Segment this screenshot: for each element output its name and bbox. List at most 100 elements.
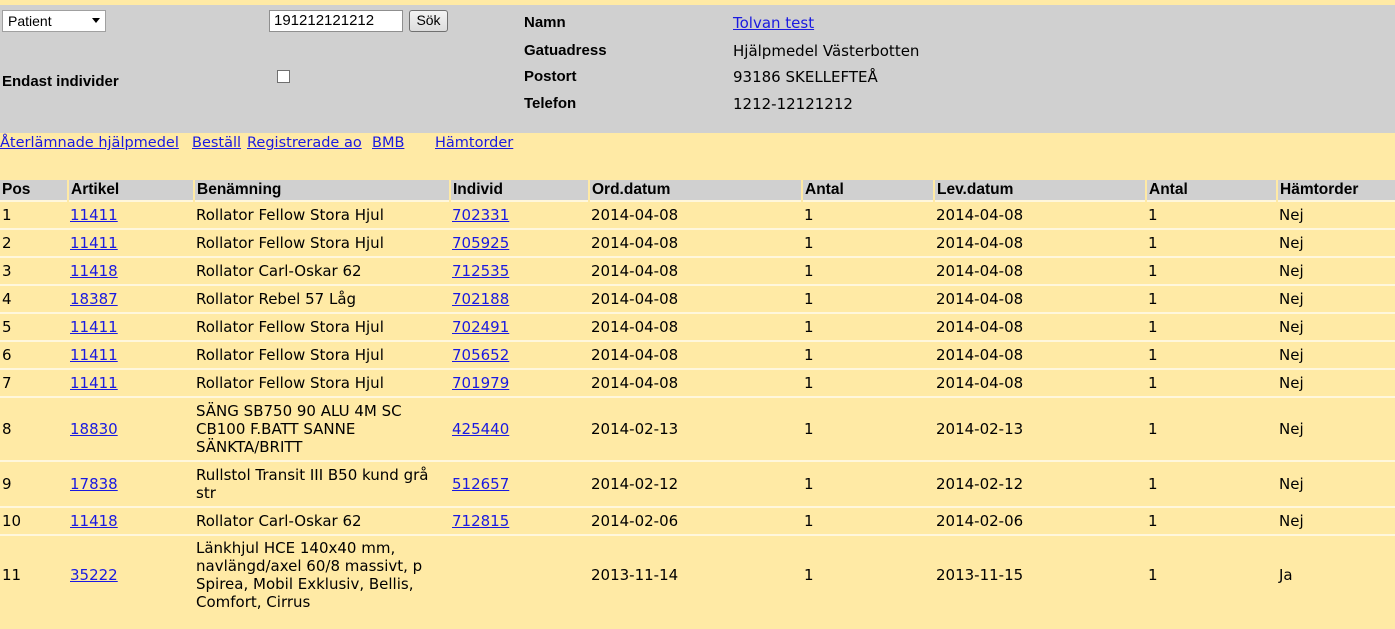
cell-pickup-order: Nej — [1277, 460, 1395, 507]
cell-pos: 1 — [0, 200, 68, 229]
cell-individ-link[interactable]: 702491 — [452, 318, 509, 336]
only-individuals-label: Endast individer — [2, 73, 119, 90]
cell-individ — [450, 534, 589, 614]
cell-order-date: 2014-04-08 — [589, 284, 802, 313]
cell-benamning: Rollator Fellow Stora Hjul — [194, 228, 450, 257]
cell-order-date: 2014-02-06 — [589, 506, 802, 535]
cell-individ-link[interactable]: 425440 — [452, 420, 509, 438]
col-header-artikel: Artikel — [67, 180, 194, 201]
cell-quantity: 1 — [802, 256, 934, 285]
col-header-quantity-delivered: Antal — [1145, 180, 1277, 201]
table-row: 3 11418 Rollator Carl-Oskar 62 712535 2014-0… — [0, 256, 1395, 285]
order-link[interactable]: Beställ — [192, 135, 241, 151]
cell-individ-link[interactable]: 702188 — [452, 290, 509, 308]
col-header-order-date: Ord.datum — [588, 180, 802, 201]
table-row: 8 18830 SÄNG SB750 90 ALU 4M SC CB100 F.BA… — [0, 396, 1395, 461]
cell-individ: 712535 — [450, 256, 589, 285]
cell-artikel-link[interactable]: 11411 — [70, 346, 118, 364]
patient-name-link[interactable]: Tolvan test — [733, 14, 814, 32]
cell-order-date: 2014-02-13 — [589, 396, 802, 461]
cell-quantity-delivered: 1 — [1146, 200, 1277, 229]
cell-benamning: Rollator Rebel 57 Låg — [194, 284, 450, 313]
cell-benamning: Rollator Fellow Stora Hjul — [194, 200, 450, 229]
cell-quantity: 1 — [802, 506, 934, 535]
returned-aids-link[interactable]: Återlämnade hjälpmedel — [0, 135, 179, 151]
cell-pos: 5 — [0, 312, 68, 341]
phone-label: Telefon — [524, 95, 577, 112]
cell-quantity-delivered: 1 — [1146, 284, 1277, 313]
cell-artikel-link[interactable]: 11418 — [70, 512, 118, 530]
cell-pickup-order: Nej — [1277, 256, 1395, 285]
cell-artikel-link[interactable]: 11411 — [70, 318, 118, 336]
cell-delivery-date: 2014-02-06 — [934, 506, 1146, 535]
cell-order-date: 2014-04-08 — [589, 368, 802, 397]
cell-artikel-link[interactable]: 18387 — [70, 290, 118, 308]
cell-benamning: Rollator Fellow Stora Hjul — [194, 340, 450, 369]
city-label: Postort — [524, 68, 577, 85]
cell-artikel-link[interactable]: 35222 — [70, 566, 118, 584]
cell-pickup-order: Nej — [1277, 312, 1395, 341]
cell-individ: 702188 — [450, 284, 589, 313]
col-header-pos: Pos — [0, 180, 68, 201]
cell-pos: 8 — [0, 396, 68, 461]
cell-delivery-date: 2014-04-08 — [934, 284, 1146, 313]
cell-individ-link[interactable]: 705652 — [452, 346, 509, 364]
cell-quantity-delivered: 1 — [1146, 312, 1277, 341]
table-row: 5 11411 Rollator Fellow Stora Hjul 702491 20… — [0, 312, 1395, 341]
cell-artikel: 11411 — [68, 368, 194, 397]
cell-individ-link[interactable]: 702331 — [452, 206, 509, 224]
cell-artikel-link[interactable]: 11418 — [70, 262, 118, 280]
only-individuals-checkbox[interactable] — [277, 70, 290, 83]
cell-quantity-delivered: 1 — [1146, 368, 1277, 397]
col-header-quantity: Antal — [801, 180, 934, 201]
cell-quantity: 1 — [802, 460, 934, 507]
cell-quantity: 1 — [802, 200, 934, 229]
cell-benamning: Rollator Carl-Oskar 62 — [194, 256, 450, 285]
cell-individ: 705925 — [450, 228, 589, 257]
col-header-individ: Individ — [449, 180, 589, 201]
cell-pickup-order: Ja — [1277, 534, 1395, 614]
cell-individ-link[interactable]: 512657 — [452, 475, 509, 493]
cell-quantity: 1 — [802, 368, 934, 397]
pickup-order-link[interactable]: Hämtorder — [435, 135, 513, 151]
cell-individ: 702331 — [450, 200, 589, 229]
cell-artikel-link[interactable]: 11411 — [70, 234, 118, 252]
cell-order-date: 2014-04-08 — [589, 312, 802, 341]
cell-individ-link[interactable]: 701979 — [452, 374, 509, 392]
cell-delivery-date: 2014-04-08 — [934, 228, 1146, 257]
cell-delivery-date: 2013-11-15 — [934, 534, 1146, 614]
cell-artikel: 17838 — [68, 460, 194, 507]
registered-ao-link[interactable]: Registrerade ao — [247, 135, 362, 151]
cell-artikel-link[interactable]: 11411 — [70, 374, 118, 392]
cell-individ-link[interactable]: 705925 — [452, 234, 509, 252]
search-input[interactable]: 191212121212 — [269, 10, 403, 32]
cell-pos: 2 — [0, 228, 68, 257]
cell-order-date: 2014-04-08 — [589, 340, 802, 369]
table-row: 6 11411 Rollator Fellow Stora Hjul 705652 20… — [0, 340, 1395, 369]
cell-artikel: 35222 — [68, 534, 194, 614]
cell-delivery-date: 2014-04-08 — [934, 340, 1146, 369]
cell-individ: 425440 — [450, 396, 589, 461]
cell-artikel-link[interactable]: 18830 — [70, 420, 118, 438]
col-header-delivery-date: Lev.datum — [933, 180, 1146, 201]
cell-artikel-link[interactable]: 17838 — [70, 475, 118, 493]
cell-pos: 11 — [0, 534, 68, 614]
cell-quantity-delivered: 1 — [1146, 534, 1277, 614]
cell-artikel: 11418 — [68, 256, 194, 285]
cell-individ: 701979 — [450, 368, 589, 397]
bmb-link[interactable]: BMB — [372, 135, 404, 151]
cell-artikel-link[interactable]: 11411 — [70, 206, 118, 224]
cell-individ-link[interactable]: 712535 — [452, 262, 509, 280]
cell-artikel: 11411 — [68, 340, 194, 369]
cell-pos: 7 — [0, 368, 68, 397]
cell-individ-link[interactable]: 712815 — [452, 512, 509, 530]
search-type-select[interactable]: Patient — [2, 10, 106, 32]
cell-order-date: 2014-04-08 — [589, 200, 802, 229]
city-value: 93186 SKELLEFTEÅ — [733, 68, 878, 86]
table-row: 7 11411 Rollator Fellow Stora Hjul 701979 20… — [0, 368, 1395, 397]
search-type-value: Patient — [8, 13, 52, 29]
table-row: 9 17838 Rullstol Transit III B50 kund grå … — [0, 460, 1395, 507]
cell-benamning: Rollator Carl-Oskar 62 — [194, 506, 450, 535]
cell-individ: 702491 — [450, 312, 589, 341]
search-button[interactable]: Sök — [409, 10, 448, 32]
